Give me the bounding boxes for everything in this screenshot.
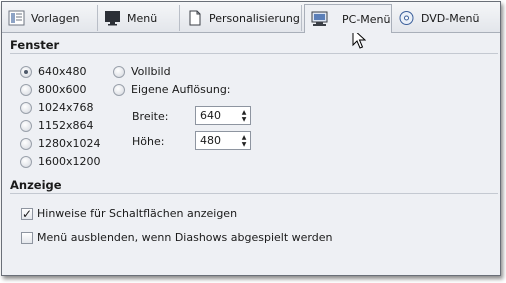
- radio-1280x1024[interactable]: 1280x1024: [20, 137, 101, 150]
- radio-800x600[interactable]: 800x600: [20, 83, 87, 96]
- section-divider: [10, 53, 498, 54]
- radio-label: Eigene Auflösung:: [131, 83, 231, 96]
- radio-dot: [20, 155, 32, 168]
- tab-menu[interactable]: Menü: [98, 5, 180, 31]
- radio-dot: [20, 101, 32, 114]
- checkbox-empty-box: [21, 231, 33, 244]
- spin-arrows: ▲ ▼: [238, 132, 250, 149]
- radio-640x480[interactable]: 640x480: [20, 65, 87, 78]
- tab-label: Vorlagen: [31, 11, 80, 25]
- tab-label: Menü: [127, 11, 158, 25]
- radio-1024x768[interactable]: 1024x768: [20, 101, 94, 114]
- breite-label: Breite:: [132, 110, 169, 123]
- radio-label: Vollbild: [131, 65, 171, 78]
- hoehe-value[interactable]: 480: [196, 134, 238, 147]
- hoehe-spinbox[interactable]: 480 ▲ ▼: [195, 131, 251, 150]
- checkbox-hinweise[interactable]: ✓ Hinweise für Schaltflächen anzeigen: [21, 207, 237, 220]
- radio-1600x1200[interactable]: 1600x1200: [20, 155, 101, 168]
- section-title-anzeige: Anzeige: [10, 178, 62, 192]
- tab-dvd-menu[interactable]: DVD-Menü: [392, 5, 484, 31]
- radio-vollbild[interactable]: Vollbild: [113, 65, 171, 78]
- monitor-icon: [104, 10, 121, 26]
- document-icon: [186, 10, 203, 26]
- hoehe-label: Höhe:: [132, 135, 165, 148]
- radio-label: 1024x768: [38, 101, 94, 114]
- radio-label: 800x600: [38, 83, 87, 96]
- radio-eigene-aufloesung[interactable]: Eigene Auflösung:: [113, 83, 231, 96]
- spin-up-icon[interactable]: ▲: [242, 109, 247, 116]
- checkbox-menu-ausblenden[interactable]: Menü ausblenden, wenn Diashows abgespiel…: [21, 231, 332, 244]
- tab-label: Personalisierung: [209, 11, 300, 25]
- radio-dot: [20, 83, 32, 96]
- radio-label: 1152x864: [38, 119, 94, 132]
- tab-label: PC-Menü: [342, 12, 391, 26]
- pc-menu-settings-panel: Vorlagen Menü Personalisierung PC-Menü D…: [1, 1, 501, 276]
- tab-vorlagen[interactable]: Vorlagen: [2, 5, 98, 31]
- templates-icon: [8, 10, 25, 26]
- tab-personalisierung[interactable]: Personalisierung: [180, 5, 302, 31]
- checkbox-label: Menü ausblenden, wenn Diashows abgespiel…: [37, 231, 333, 244]
- spin-up-icon[interactable]: ▲: [242, 134, 247, 141]
- breite-value[interactable]: 640: [196, 109, 238, 122]
- section-title-fenster: Fenster: [10, 38, 60, 52]
- pc-menu-icon: [311, 11, 328, 27]
- checkmark-icon: ✓: [21, 206, 33, 221]
- checkbox-label: Hinweise für Schaltflächen anzeigen: [37, 207, 238, 220]
- radio-dot: [20, 119, 32, 132]
- radio-label: 1600x1200: [38, 155, 101, 168]
- radio-dot: [113, 65, 125, 78]
- spin-arrows: ▲ ▼: [238, 107, 250, 124]
- tab-pc-menu[interactable]: PC-Menü: [304, 4, 392, 33]
- radio-label: 1280x1024: [38, 137, 101, 150]
- dvd-icon: [398, 10, 415, 26]
- radio-dot: [20, 137, 32, 150]
- spin-down-icon[interactable]: ▼: [242, 141, 247, 148]
- radio-label: 640x480: [38, 65, 87, 78]
- breite-spinbox[interactable]: 640 ▲ ▼: [195, 106, 251, 125]
- tab-label: DVD-Menü: [421, 11, 480, 25]
- spin-down-icon[interactable]: ▼: [242, 116, 247, 123]
- radio-dot: [113, 83, 125, 96]
- section-divider: [10, 193, 498, 194]
- radio-1152x864[interactable]: 1152x864: [20, 119, 94, 132]
- radio-dot: [20, 65, 32, 78]
- tab-strip: Vorlagen Menü Personalisierung PC-Menü D…: [2, 2, 500, 33]
